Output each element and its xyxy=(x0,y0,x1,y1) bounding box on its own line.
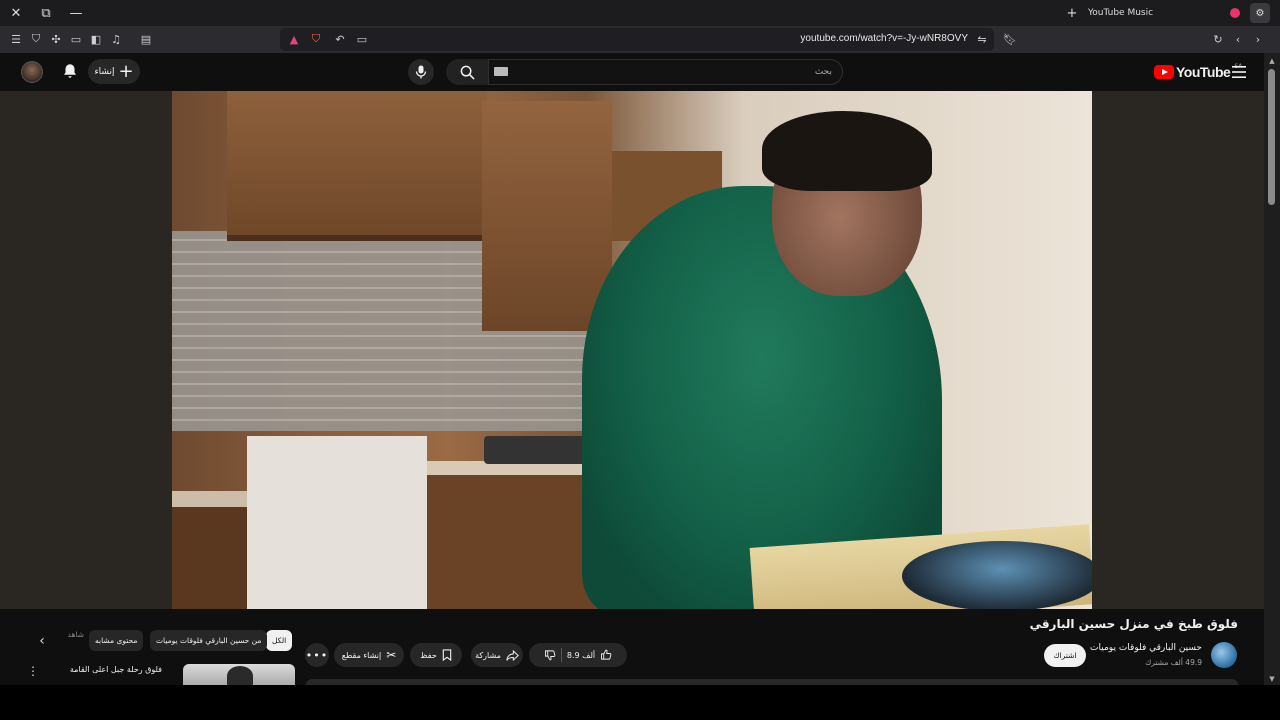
channel-avatar[interactable] xyxy=(1211,642,1237,668)
browser-titlebar: ✕ ⧉ — + YouTube Music ⚙ xyxy=(0,0,1280,26)
video-player[interactable] xyxy=(0,91,1264,609)
chip-all[interactable]: الكل xyxy=(266,630,293,651)
notifications-bell-icon[interactable] xyxy=(61,62,79,80)
kitchen-wall xyxy=(247,436,427,609)
scissors-icon: ✂ xyxy=(386,648,397,662)
url-settings-icon[interactable]: ⇋ xyxy=(974,31,990,47)
restore-window-icon[interactable]: ⧉ xyxy=(36,3,56,23)
scroll-thumb[interactable] xyxy=(1268,69,1275,205)
youtube-play-icon xyxy=(1154,65,1174,79)
more-actions-button[interactable]: ••• xyxy=(305,643,329,667)
kitchen-counter xyxy=(172,491,247,609)
cast-icon[interactable]: ▭ xyxy=(354,31,370,47)
more-vertical-icon[interactable]: ⋮ xyxy=(27,665,39,679)
browser-toolbar: ☰ ⛉ ✣ ▭ ◧ ♫ ▤ ▲ ⛉ ↶ ▭ youtube.com/watch?… xyxy=(0,26,1280,53)
close-window-icon[interactable]: ✕ xyxy=(6,3,26,23)
music-icon[interactable]: ♫ xyxy=(108,31,124,47)
sidebar-menu-icon[interactable]: ☰ xyxy=(8,31,24,47)
guide-menu-icon[interactable] xyxy=(1232,66,1246,78)
more-horizontal-icon: ••• xyxy=(305,648,329,662)
youtube-logo[interactable]: YouTube SA xyxy=(1154,63,1242,80)
extensions-icon[interactable]: ✣ xyxy=(48,31,64,47)
brave-shield-icon[interactable]: ⛉ xyxy=(308,31,324,47)
alert-icon[interactable]: ▲ xyxy=(286,31,302,47)
like-icon[interactable] xyxy=(600,649,612,661)
pan xyxy=(902,541,1092,609)
channel-name[interactable]: حسين البارقي فلوقات يوميات xyxy=(1090,643,1202,653)
account-avatar[interactable] xyxy=(21,61,43,83)
search-input[interactable]: بحث xyxy=(488,59,843,85)
chip-from-channel[interactable]: من حسين البارقي فلوقات يوميات xyxy=(150,630,268,651)
new-tab-icon[interactable]: + xyxy=(1062,6,1082,21)
youtube-masthead: إنشاء + بحث YouTube SA xyxy=(0,53,1280,91)
chip-watched[interactable]: شاهد xyxy=(60,630,84,651)
recording-indicator-icon xyxy=(1230,8,1240,18)
extension-icon[interactable]: ⚙ xyxy=(1250,3,1270,23)
sidebar-icon[interactable]: ◧ xyxy=(88,31,104,47)
scroll-up-icon[interactable]: ▲ xyxy=(1264,57,1280,65)
share-label: مشاركة xyxy=(475,650,501,660)
save-bookmark-icon xyxy=(442,649,452,661)
save-label: حفظ xyxy=(420,650,437,660)
forward-icon[interactable]: › xyxy=(1250,31,1266,47)
video-title: فلوق طبخ في منزل حسين البارقي xyxy=(1029,617,1238,631)
chip-related[interactable]: محتوى مشابه xyxy=(89,630,144,651)
plus-icon: + xyxy=(118,60,134,82)
person-hair xyxy=(762,111,932,191)
voice-search-button[interactable] xyxy=(408,59,434,85)
logo-text: YouTube xyxy=(1176,64,1231,80)
reader-icon[interactable]: ▤ xyxy=(138,31,154,47)
tabs-icon[interactable]: ▭ xyxy=(68,31,84,47)
create-button[interactable]: إنشاء + xyxy=(88,59,140,84)
keyboard-icon[interactable] xyxy=(494,67,508,76)
clip-label: إنشاء مقطع xyxy=(341,650,382,660)
bookmark-icon[interactable]: 🔖︎ xyxy=(1002,31,1018,47)
minimize-window-icon[interactable]: — xyxy=(66,3,86,23)
back-arrow-icon[interactable]: ↶ xyxy=(332,31,348,47)
watch-metadata: فلوق طبخ في منزل حسين البارقي حسين البار… xyxy=(0,609,1264,685)
search-icon xyxy=(460,65,475,80)
like-count: 8.9 ألف xyxy=(566,650,596,660)
save-button[interactable]: حفظ xyxy=(410,643,462,667)
chevron-left-icon[interactable]: ‹ xyxy=(32,632,52,650)
kitchen-cabinet xyxy=(227,91,487,241)
subscriber-count: 49.9 ألف مشترك xyxy=(1145,658,1202,667)
screen-bottom xyxy=(0,685,1280,720)
share-button[interactable]: مشاركة xyxy=(471,643,523,667)
recommendation-title[interactable]: فلوق رحلة جبل اعلى القامة xyxy=(70,665,162,674)
subscribe-button[interactable]: اشتراك xyxy=(1044,644,1086,667)
clip-button[interactable]: إنشاء مقطع ✂ xyxy=(334,643,404,667)
kitchen-cabinet xyxy=(482,101,612,331)
create-label: إنشاء xyxy=(94,66,115,77)
search-button[interactable] xyxy=(446,59,488,85)
browser-tab[interactable]: + YouTube Music ⚙ xyxy=(1062,0,1272,26)
address-bar[interactable]: ▲ ⛉ ↶ ▭ youtube.com/watch?v=-Jy-wNR8OVY … xyxy=(280,28,994,51)
scroll-down-icon[interactable]: ▼ xyxy=(1264,675,1280,683)
divider xyxy=(560,648,562,662)
shield-icon[interactable]: ⛉ xyxy=(28,31,44,47)
recommendation-thumbnail[interactable] xyxy=(183,664,295,685)
back-icon[interactable]: ‹ xyxy=(1230,31,1246,47)
share-icon xyxy=(506,649,519,661)
reload-icon[interactable]: ↻ xyxy=(1210,31,1226,47)
video-frame[interactable] xyxy=(172,91,1092,609)
tab-title: YouTube Music xyxy=(1088,8,1154,18)
page-scrollbar[interactable]: ▲ ▼ xyxy=(1264,53,1280,685)
dislike-icon[interactable] xyxy=(544,649,556,661)
url-text: youtube.com/watch?v=-Jy-wNR8OVY xyxy=(800,33,968,44)
like-dislike-bar: 8.9 ألف xyxy=(529,643,627,667)
microphone-icon xyxy=(415,65,427,79)
